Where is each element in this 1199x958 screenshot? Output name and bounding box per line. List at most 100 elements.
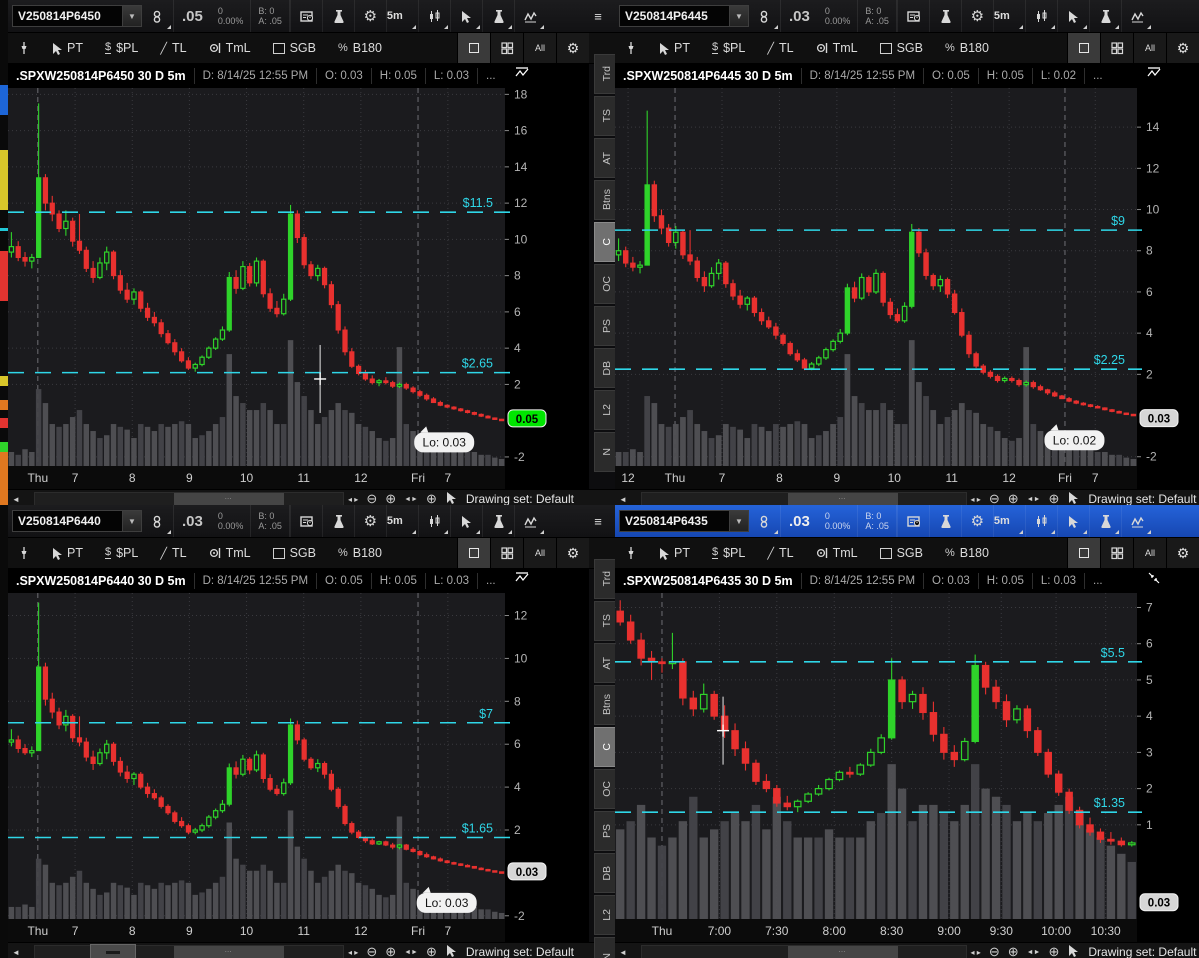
side-tab-l2[interactable]: L2 <box>594 390 615 430</box>
zoom-out-icon[interactable]: ⊖ <box>985 491 1004 505</box>
side-tab-ps[interactable]: PS <box>594 306 615 346</box>
zoom-out-icon[interactable]: ⊖ <box>362 491 381 505</box>
trendline-tool[interactable]: ╱TL <box>756 33 804 63</box>
side-tab-c[interactable]: C <box>594 222 615 262</box>
timeframe-button[interactable]: 5m <box>993 505 1025 537</box>
symbol-input[interactable]: V250814P6445 <box>619 5 730 27</box>
link-button[interactable] <box>142 0 173 32</box>
fit-all-button[interactable]: All <box>523 538 556 568</box>
side-tab-n[interactable]: N <box>594 937 615 958</box>
chart-type-button[interactable] <box>418 505 450 537</box>
drawing-set-label[interactable]: Drawing set: Default <box>1082 492 1196 505</box>
studies-button[interactable] <box>322 0 354 32</box>
chart-settings-button[interactable]: ⚙ <box>1166 33 1199 63</box>
symbol-input[interactable]: V250814P6440 <box>12 510 123 532</box>
b180-tool[interactable]: %B180 <box>934 33 1000 63</box>
chart-canvas[interactable]: 7654321Thu7:007:308:008:309:009:3010:001… <box>615 593 1199 942</box>
symbol-dropdown-button[interactable]: ▼ <box>730 510 749 532</box>
side-tab-n[interactable]: N <box>594 432 615 472</box>
pattern-icon[interactable] <box>1147 66 1161 82</box>
settings-button[interactable]: ⚙ <box>961 0 993 32</box>
side-tab-c[interactable]: C <box>594 727 615 767</box>
tml-tool[interactable]: TmL <box>805 33 869 63</box>
studies-button[interactable] <box>322 505 354 537</box>
pan-icon[interactable]: ◄► <box>400 949 422 956</box>
trendline-tool[interactable]: ╱TL <box>756 538 804 568</box>
side-tab-db[interactable]: DB <box>594 853 615 893</box>
chart-type-button[interactable] <box>1025 505 1057 537</box>
side-tab-ts[interactable]: TS <box>594 96 615 136</box>
scrollbar-track[interactable]: ⋯ <box>641 492 967 505</box>
settings-button[interactable]: ⚙ <box>961 505 993 537</box>
spl-tool[interactable]: $$PL <box>94 538 149 568</box>
symbol-dropdown-button[interactable]: ▼ <box>123 5 142 27</box>
tml-tool[interactable]: TmL <box>198 538 262 568</box>
single-chart-button[interactable] <box>457 33 490 63</box>
pin-button[interactable] <box>615 33 647 63</box>
pt-tool[interactable]: PT <box>40 33 94 63</box>
side-tab-at[interactable]: AT <box>594 138 615 178</box>
tml-tool[interactable]: TmL <box>805 538 869 568</box>
scrollbar-track[interactable]: ⋯ <box>641 945 967 958</box>
crosshair-icon[interactable]: ⊕ <box>1044 944 1063 958</box>
symbol-input[interactable]: V250814P6450 <box>12 5 123 27</box>
settings-button[interactable]: ⚙ <box>354 0 386 32</box>
zoom-in-icon[interactable]: ⊕ <box>1004 491 1023 505</box>
link-button[interactable] <box>749 0 780 32</box>
chart-settings-button[interactable]: ⚙ <box>556 33 589 63</box>
pin-button[interactable] <box>8 33 40 63</box>
grid-layout-button[interactable] <box>1100 538 1133 568</box>
timeframe-button[interactable]: 5m <box>386 505 418 537</box>
pt-tool[interactable]: PT <box>40 538 94 568</box>
side-tab-btns[interactable]: Btns <box>594 685 615 725</box>
cursor-mode-icon[interactable] <box>1063 944 1082 958</box>
crosshair-icon[interactable]: ⊕ <box>422 944 441 958</box>
scrollbar-track[interactable]: ⋯ <box>34 945 344 958</box>
flexible-grid-icon[interactable] <box>1147 571 1161 587</box>
scroll-arrows[interactable]: ◂ ▸ <box>967 495 985 504</box>
pan-icon[interactable]: ◄► <box>1023 949 1045 956</box>
news-button[interactable] <box>290 505 322 537</box>
symbol-dropdown-button[interactable]: ▼ <box>730 5 749 27</box>
chart-canvas[interactable]: 18161412108642-2Thu789101112Fri7$11.5$2.… <box>8 88 615 489</box>
timeframe-button[interactable]: 5m <box>993 0 1025 32</box>
zoom-out-icon[interactable]: ⊖ <box>985 944 1004 958</box>
pin-button[interactable] <box>615 538 647 568</box>
pt-tool[interactable]: PT <box>647 538 701 568</box>
analysis-button[interactable] <box>1089 0 1121 32</box>
cursor-button[interactable] <box>450 505 482 537</box>
spl-tool[interactable]: $$PL <box>701 538 756 568</box>
fit-all-button[interactable]: All <box>523 33 556 63</box>
scrollbar-thumb[interactable]: ⋯ <box>788 493 898 505</box>
b180-tool[interactable]: %B180 <box>934 538 1000 568</box>
crosshair-icon[interactable]: ⊕ <box>1044 491 1063 505</box>
side-tab-at[interactable]: AT <box>594 643 615 683</box>
single-chart-button[interactable] <box>1067 538 1100 568</box>
analysis-button[interactable] <box>1089 505 1121 537</box>
pattern-icon[interactable] <box>515 66 529 82</box>
drawing-set-label[interactable]: Drawing set: Default <box>460 945 574 958</box>
side-tab-trd[interactable]: Trd <box>594 559 615 599</box>
chart-type-button[interactable] <box>418 0 450 32</box>
chart-canvas[interactable]: 1412108642-212Thu789101112Fri7$9$2.250.0… <box>615 88 1199 489</box>
chart-settings-button[interactable]: ⚙ <box>556 538 589 568</box>
cursor-mode-icon[interactable] <box>1063 491 1082 505</box>
timeframe-button[interactable]: 5m <box>386 0 418 32</box>
news-button[interactable] <box>897 0 929 32</box>
sgb-tool[interactable]: SGB <box>869 33 934 63</box>
analysis-button[interactable] <box>482 505 514 537</box>
chart-settings-button[interactable]: ⚙ <box>1166 538 1199 568</box>
scroll-arrows[interactable]: ◂ ▸ <box>344 495 362 504</box>
grid-layout-button[interactable] <box>1100 33 1133 63</box>
single-chart-button[interactable] <box>1067 33 1100 63</box>
collapsed-panel-button[interactable] <box>90 944 136 958</box>
fit-all-button[interactable]: All <box>1133 538 1166 568</box>
trendline-tool[interactable]: ╱TL <box>149 33 197 63</box>
link-button[interactable] <box>142 505 173 537</box>
scroll-arrows[interactable]: ◂ ▸ <box>967 948 985 957</box>
side-tab-db[interactable]: DB <box>594 348 615 388</box>
zoom-in-icon[interactable]: ⊕ <box>381 491 400 505</box>
scroll-arrows[interactable]: ◂ ▸ <box>344 948 362 957</box>
zoom-in-icon[interactable]: ⊕ <box>381 944 400 958</box>
news-button[interactable] <box>290 0 322 32</box>
